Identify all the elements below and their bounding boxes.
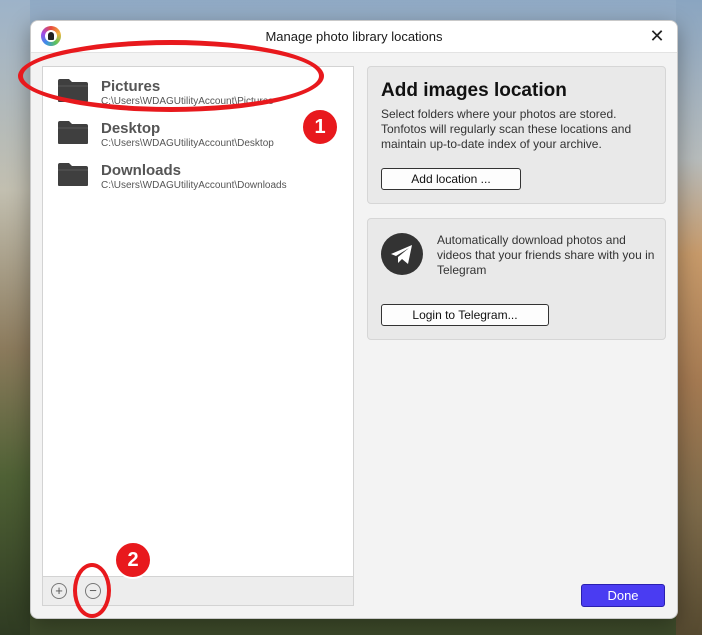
list-item-downloads[interactable]: Downloads C:\Users\WDAGUtilityAccount\Do… [43,154,353,194]
annotation-badge-2: 2 [114,541,152,579]
telegram-description: Automatically download photos and videos… [437,233,655,277]
location-name: Desktop [101,120,161,137]
location-path: C:\Users\WDAGUtilityAccount\Downloads [101,180,287,191]
folder-icon [58,163,88,186]
telegram-icon [381,233,423,275]
annotation-ellipse-1 [18,40,324,112]
desktop-background-left [0,0,30,635]
location-name: Downloads [101,162,182,179]
login-telegram-button[interactable]: Login to Telegram... [381,304,549,326]
telegram-card: Automatically download photos and videos… [367,218,666,340]
add-location-button[interactable]: Add location ... [381,168,521,190]
done-button[interactable]: Done [581,584,665,607]
add-location-description: Select folders where your photos are sto… [381,107,632,151]
annotation-circle-2 [73,563,111,618]
desktop-background-right [676,0,702,635]
close-button[interactable]: ✕ [645,25,669,47]
add-location-title: Add images location [381,80,567,101]
location-path: C:\Users\WDAGUtilityAccount\Desktop [101,138,274,149]
folder-icon [58,121,88,144]
add-location-card: Add images location Select folders where… [367,66,666,204]
annotation-badge-1: 1 [301,108,339,146]
add-location-icon-button[interactable]: + [51,583,67,599]
locations-panel: Pictures C:\Users\WDAGUtilityAccount\Pic… [42,66,354,606]
